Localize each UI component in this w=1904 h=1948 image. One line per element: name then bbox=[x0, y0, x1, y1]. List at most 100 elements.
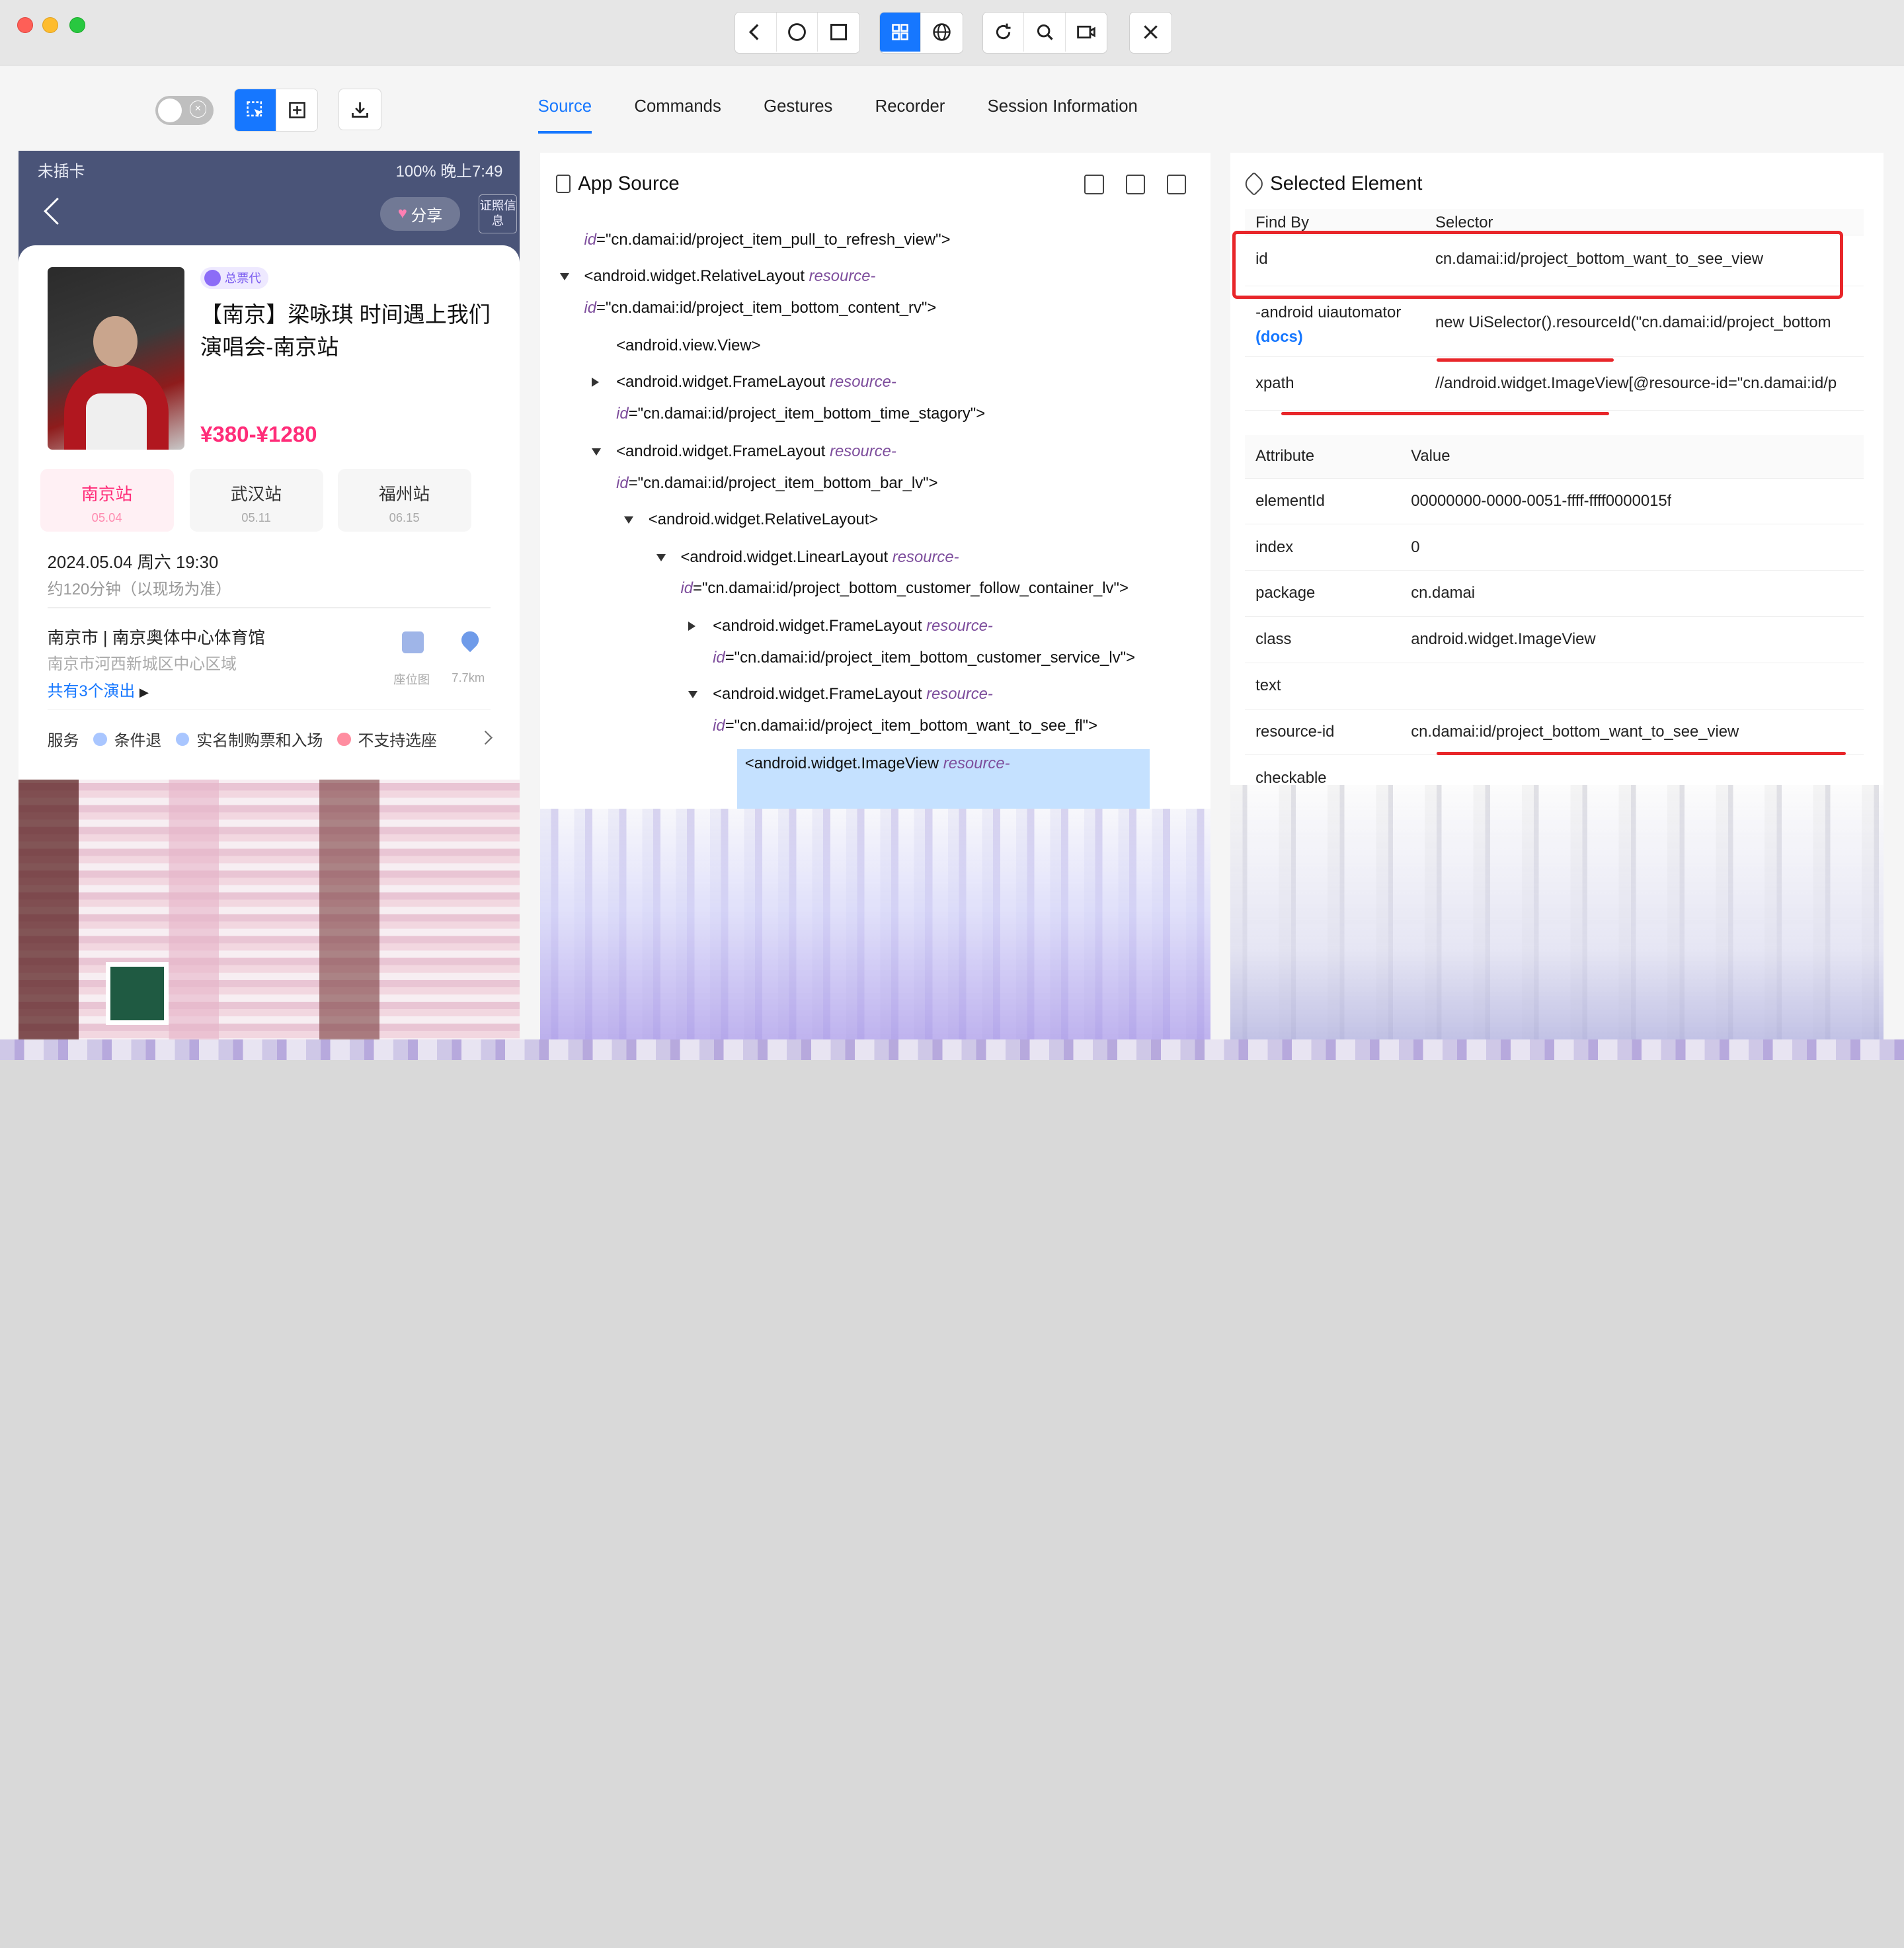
device-screenshot[interactable]: 未插卡 100% 晚上7:49 ♥ 分享 证照信息 总票代 【南京】梁咏琪 时间… bbox=[18, 150, 520, 1061]
station-fuzhou[interactable]: 福州站 06.15 bbox=[337, 468, 471, 532]
globe-icon[interactable] bbox=[921, 13, 963, 52]
close-icon[interactable] bbox=[1130, 13, 1171, 52]
minimize-window-button[interactable] bbox=[42, 17, 59, 33]
download-screenshot-icon[interactable] bbox=[338, 89, 381, 130]
phone-back-icon[interactable] bbox=[43, 197, 71, 225]
download-icon[interactable] bbox=[1167, 175, 1187, 194]
app-source-title: App Source bbox=[578, 172, 680, 194]
service-row[interactable]: 服务 条件退 实名制购票和入场 不支持选座 bbox=[48, 727, 496, 751]
tree-node[interactable]: <android.widget.RelativeLayout resource- bbox=[559, 264, 875, 289]
select-element-icon[interactable] bbox=[235, 89, 276, 131]
tree-node[interactable]: id="cn.damai:id/project_bottom_customer_… bbox=[680, 577, 1128, 601]
selected-element-title: Selected Element bbox=[1270, 172, 1423, 194]
tree-value: ="cn.damai:id/project_item_bottom_want_t… bbox=[725, 716, 1098, 735]
caret-right-icon[interactable] bbox=[688, 622, 696, 631]
status-left: 未插卡 bbox=[37, 162, 85, 181]
mode-group bbox=[234, 89, 319, 132]
close-window-button[interactable] bbox=[17, 17, 33, 33]
tree-node[interactable]: id="cn.damai:id/project_item_bottom_time… bbox=[616, 402, 985, 426]
tree-node[interactable]: <android.widget.FrameLayout resource- bbox=[688, 682, 993, 707]
caret-down-icon[interactable] bbox=[592, 448, 602, 456]
tab-gestures[interactable]: Gestures bbox=[764, 87, 832, 134]
more-shows-link[interactable]: 共有3个演出 ▶ bbox=[48, 678, 149, 701]
tree-value: ="cn.damai:id/project_item_pull_to_refre… bbox=[596, 231, 951, 249]
tree-node[interactable]: id="cn.damai:id/project_item_bottom_bar_… bbox=[616, 471, 937, 496]
show-poster bbox=[47, 267, 185, 450]
tab-commands[interactable]: Commands bbox=[634, 87, 721, 134]
tree-tag: <android.widget.FrameLayout bbox=[713, 617, 927, 635]
app-switch-icon[interactable] bbox=[818, 13, 859, 52]
file-icon bbox=[556, 175, 571, 193]
toggle-off-icon: × bbox=[189, 101, 207, 118]
tree-tag: <android.widget.FrameLayout bbox=[616, 373, 830, 391]
tree-node[interactable]: <android.widget.FrameLayout resource- bbox=[688, 614, 993, 639]
service-label: 服务 bbox=[47, 732, 79, 751]
location-pin-icon[interactable] bbox=[457, 628, 482, 653]
inspector-tabs: Source Commands Gestures Recorder Sessio… bbox=[537, 87, 1180, 134]
venue-name: 南京市 | 南京奥体中心体育馆 bbox=[47, 629, 266, 648]
tree-tag: <android.widget.FrameLayout bbox=[616, 442, 830, 460]
caret-down-icon[interactable] bbox=[688, 691, 698, 699]
tree-tag: <android.widget.FrameLayout bbox=[713, 685, 927, 704]
annotation-highlight-box bbox=[1232, 230, 1844, 299]
tree-node[interactable]: <android.widget.ImageView resource- bbox=[745, 752, 1010, 776]
cross-icon bbox=[337, 732, 351, 746]
search-icon[interactable] bbox=[1024, 13, 1066, 52]
tree-node[interactable]: id="cn.damai:id/project_item_pull_to_ref… bbox=[584, 228, 950, 253]
service-item: 实名制购票和入场 bbox=[176, 727, 323, 751]
tab-session-information[interactable]: Session Information bbox=[988, 87, 1138, 134]
terminal-icon[interactable] bbox=[1084, 175, 1104, 194]
tree-attr: resource- bbox=[830, 442, 896, 460]
tree-value: ="cn.damai:id/project_item_bottom_bar_lv… bbox=[628, 473, 938, 492]
context-group bbox=[879, 12, 963, 54]
share-button[interactable]: ♥ 分享 bbox=[379, 196, 461, 231]
copy-icon[interactable] bbox=[1125, 175, 1146, 194]
show-price: ¥380-¥1280 bbox=[200, 423, 317, 448]
toggle-knob bbox=[157, 98, 182, 123]
app-source-header: App Source bbox=[556, 173, 680, 195]
annotation-underline bbox=[1436, 751, 1846, 756]
corrupted-attributes-region bbox=[1230, 784, 1884, 1061]
tap-coordinates-icon[interactable] bbox=[276, 89, 318, 131]
tree-node[interactable]: id="cn.damai:id/project_item_bottom_cont… bbox=[584, 296, 936, 321]
grid-icon[interactable] bbox=[879, 13, 922, 52]
selector-row-xpath[interactable]: xpath //android.widget.ImageView[@resour… bbox=[1244, 357, 1864, 411]
caret-down-icon[interactable] bbox=[624, 516, 634, 524]
tree-node[interactable]: <android.widget.LinearLayout resource- bbox=[656, 546, 959, 570]
tree-attr: resource- bbox=[926, 685, 993, 704]
attribute-table-header: Attribute Value bbox=[1244, 434, 1864, 479]
tree-node[interactable]: <android.widget.FrameLayout resource- bbox=[592, 440, 896, 464]
caret-down-icon[interactable] bbox=[559, 273, 569, 281]
tree-attr: resource- bbox=[892, 548, 959, 566]
home-icon[interactable] bbox=[776, 13, 818, 52]
record-icon[interactable] bbox=[1065, 13, 1107, 52]
caret-down-icon[interactable] bbox=[656, 553, 666, 561]
attribute-row: text bbox=[1244, 663, 1864, 710]
back-icon[interactable] bbox=[735, 13, 777, 52]
cert-info-button[interactable]: 证照信息 bbox=[478, 194, 518, 233]
tree-tag: <android.view.View> bbox=[616, 337, 761, 355]
station-nanjing[interactable]: 南京站 05.04 bbox=[40, 468, 174, 532]
maximize-window-button[interactable] bbox=[69, 17, 85, 33]
inspect-toggle[interactable]: × bbox=[155, 96, 214, 126]
station-wuhan[interactable]: 武汉站 05.11 bbox=[189, 468, 323, 532]
tree-value: ="cn.damai:id/project_item_bottom_time_s… bbox=[628, 404, 986, 423]
annotation-underline bbox=[1436, 358, 1614, 362]
tree-attr: id bbox=[680, 579, 694, 598]
tree-node[interactable]: id="cn.damai:id/project_item_bottom_cust… bbox=[713, 646, 1135, 670]
heart-icon: ♥ bbox=[397, 204, 407, 223]
service-item: 不支持选座 bbox=[337, 727, 437, 751]
seat-map-icon[interactable] bbox=[401, 631, 424, 654]
tree-attr: resource- bbox=[943, 754, 1010, 772]
tab-recorder[interactable]: Recorder bbox=[875, 87, 945, 134]
tab-source[interactable]: Source bbox=[537, 87, 592, 134]
docs-link[interactable]: (docs) bbox=[1255, 328, 1303, 346]
attribute-row: class android.widget.ImageView bbox=[1244, 617, 1864, 663]
tree-node[interactable]: <android.widget.RelativeLayout> bbox=[624, 508, 878, 532]
show-card: 总票代 【南京】梁咏琪 时间遇上我们 演唱会-南京站 ¥380-¥1280 南京… bbox=[18, 245, 520, 780]
tree-node[interactable]: <android.widget.FrameLayout resource- bbox=[592, 370, 896, 395]
tree-node[interactable]: <android.view.View> bbox=[616, 334, 760, 358]
refresh-icon[interactable] bbox=[982, 13, 1025, 52]
tree-node[interactable]: id="cn.damai:id/project_item_bottom_want… bbox=[713, 714, 1097, 739]
caret-right-icon[interactable] bbox=[592, 378, 600, 387]
